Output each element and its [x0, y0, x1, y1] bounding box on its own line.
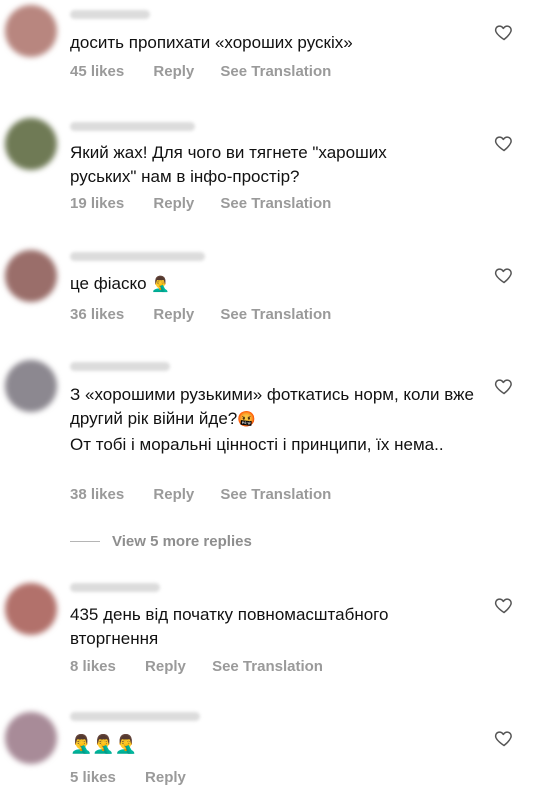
see-translation-link[interactable]: See Translation: [220, 306, 331, 323]
divider-line: [70, 541, 100, 542]
username-blurred[interactable]: [70, 252, 205, 261]
heart-outline-icon[interactable]: [494, 728, 514, 748]
reply-button[interactable]: Reply: [153, 306, 194, 323]
view-more-replies[interactable]: View 5 more replies: [70, 533, 252, 550]
likes-count[interactable]: 8 likes: [70, 658, 116, 675]
username-blurred[interactable]: [70, 712, 200, 721]
comment-meta: 38 likes Reply See Translation: [70, 486, 331, 503]
likes-count[interactable]: 36 likes: [70, 306, 124, 323]
comment-text-body: це фіаско: [70, 274, 147, 293]
avatar[interactable]: [5, 5, 57, 57]
comment-text: 435 день від початку повномасштабного вт…: [70, 605, 389, 648]
heart-outline-icon[interactable]: [494, 133, 514, 153]
likes-count[interactable]: 38 likes: [70, 486, 124, 503]
avatar[interactable]: [5, 250, 57, 302]
comment-meta: 19 likes Reply See Translation: [70, 195, 331, 212]
see-translation-link[interactable]: See Translation: [220, 486, 331, 503]
comment-text-body: З «хорошими рузькими» фоткатись норм, ко…: [70, 385, 474, 428]
heart-outline-icon[interactable]: [494, 22, 514, 42]
avatar[interactable]: [5, 583, 57, 635]
comment-text: це фіаско 🤦‍♂️: [70, 272, 475, 296]
see-translation-link[interactable]: See Translation: [220, 63, 331, 80]
comment-text-second: От тобі і моральні цінності і принципи, …: [70, 435, 444, 454]
reply-button[interactable]: Reply: [153, 63, 194, 80]
likes-count[interactable]: 19 likes: [70, 195, 124, 212]
heart-outline-icon[interactable]: [494, 595, 514, 615]
reply-button[interactable]: Reply: [153, 486, 194, 503]
reply-button[interactable]: Reply: [145, 769, 186, 786]
reply-button[interactable]: Reply: [145, 658, 186, 675]
comment-meta: 8 likes Reply See Translation: [70, 658, 323, 675]
heart-outline-icon[interactable]: [494, 376, 514, 396]
comment-meta: 36 likes Reply See Translation: [70, 306, 331, 323]
heart-outline-icon[interactable]: [494, 265, 514, 285]
facepalm-emoji: 🤦‍♂️🤦‍♂️🤦‍♂️: [70, 734, 138, 755]
reply-button[interactable]: Reply: [153, 195, 194, 212]
comment-text: досить пропихати «хороших рускіх»: [70, 33, 353, 52]
comment-meta: 5 likes Reply: [70, 769, 208, 786]
username-blurred[interactable]: [70, 122, 195, 131]
view-more-label: View 5 more replies: [112, 533, 252, 550]
comment-meta: 45 likes Reply See Translation: [70, 63, 331, 80]
avatar[interactable]: [5, 118, 57, 170]
comment-text: Який жах! Для чого ви тягнете "хароших р…: [70, 143, 387, 186]
avatar[interactable]: [5, 712, 57, 764]
username-blurred[interactable]: [70, 583, 160, 592]
likes-count[interactable]: 5 likes: [70, 769, 116, 786]
avatar[interactable]: [5, 360, 57, 412]
comment-text: 🤦‍♂️🤦‍♂️🤦‍♂️: [70, 733, 475, 757]
likes-count[interactable]: 45 likes: [70, 63, 124, 80]
facepalm-emoji: 🤦‍♂️: [151, 275, 170, 293]
see-translation-link[interactable]: See Translation: [220, 195, 331, 212]
angry-cursing-emoji: 🤬: [237, 410, 256, 428]
see-translation-link[interactable]: See Translation: [212, 658, 323, 675]
username-blurred[interactable]: [70, 362, 170, 371]
username-blurred[interactable]: [70, 10, 150, 19]
comment-text: З «хорошими рузькими» фоткатись норм, ко…: [70, 383, 490, 431]
